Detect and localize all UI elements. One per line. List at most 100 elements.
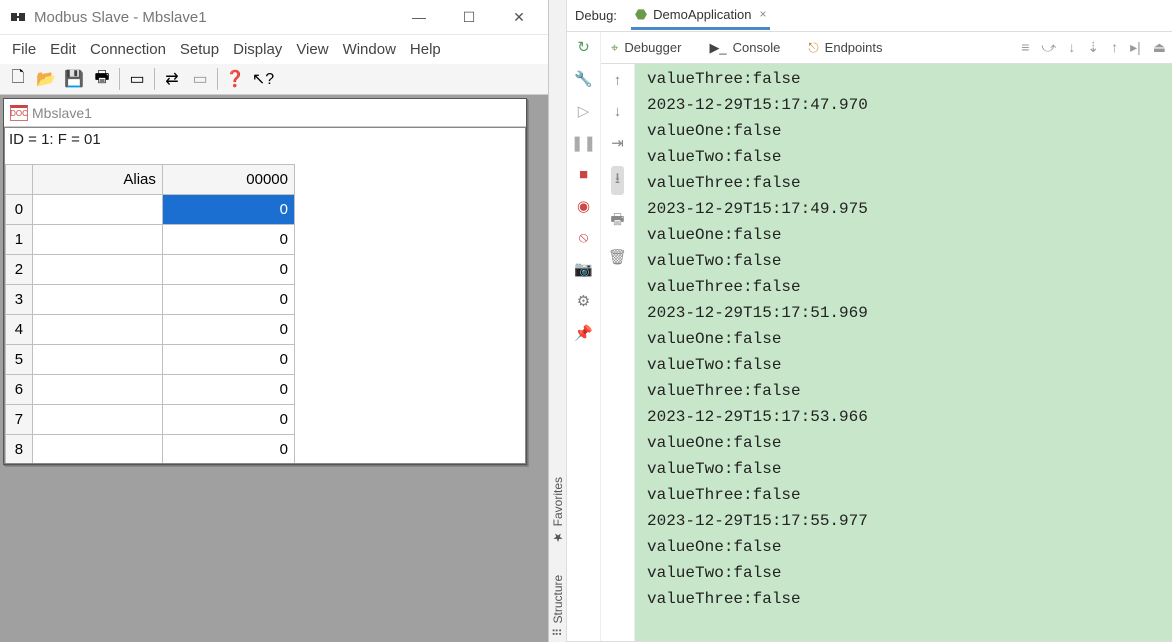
- debug-label: Debug:: [575, 8, 617, 23]
- title-bar: Modbus Slave - Mbslave1 — ☐ ✕: [0, 0, 548, 34]
- print-icon[interactable]: 🖶: [88, 66, 116, 92]
- menu-connection[interactable]: Connection: [90, 41, 166, 58]
- pause-icon[interactable]: ❚❚: [571, 134, 596, 152]
- mute-bp-icon[interactable]: ⦸: [579, 229, 589, 246]
- new-file-icon[interactable]: 🗋: [4, 66, 32, 92]
- side-tab-structure[interactable]: ⠿ Structure: [551, 575, 565, 636]
- breakpoints-icon[interactable]: ◉: [577, 197, 590, 215]
- scroll-end-icon[interactable]: ⭳: [611, 166, 624, 195]
- tab-debugger[interactable]: ⌖ Debugger: [611, 40, 681, 56]
- header-00000[interactable]: 00000: [162, 165, 294, 195]
- help-icon[interactable]: ❓: [221, 66, 249, 92]
- child-title-bar[interactable]: DOC Mbslave1: [4, 99, 526, 127]
- menu-setup[interactable]: Setup: [180, 41, 219, 58]
- settings-icon[interactable]: ⚙: [577, 292, 590, 310]
- cell-alias[interactable]: [32, 285, 162, 315]
- cell-alias[interactable]: [32, 315, 162, 345]
- cell-value[interactable]: 0: [162, 285, 294, 315]
- table-row[interactable]: 20: [6, 255, 295, 285]
- cell-alias[interactable]: [32, 225, 162, 255]
- row-number: 1: [6, 225, 33, 255]
- rerun-icon[interactable]: ↻: [577, 38, 590, 56]
- cell-value[interactable]: 0: [162, 435, 294, 465]
- table-row[interactable]: 60: [6, 375, 295, 405]
- ide-debug-panel: ⠿ Structure ★ Favorites Debug: ⬣ DemoApp…: [548, 0, 1172, 642]
- console-output[interactable]: valueThree:false 2023-12-29T15:17:47.970…: [635, 64, 1172, 641]
- table-row[interactable]: 70: [6, 405, 295, 435]
- whatsthis-icon[interactable]: ↖?: [249, 66, 277, 92]
- cell-alias[interactable]: [32, 255, 162, 285]
- open-file-icon[interactable]: 📂: [32, 66, 60, 92]
- cell-value[interactable]: 0: [162, 315, 294, 345]
- row-number: 3: [6, 285, 33, 315]
- cell-alias[interactable]: [32, 345, 162, 375]
- down-icon[interactable]: ↓: [614, 103, 622, 120]
- cell-value[interactable]: 0: [162, 225, 294, 255]
- minimize-button[interactable]: —: [394, 2, 444, 32]
- pin-icon[interactable]: 📌: [574, 324, 593, 342]
- close-button[interactable]: ✕: [494, 2, 544, 32]
- tab-label: Console: [733, 40, 781, 55]
- disabled-icon: ▭: [186, 66, 214, 92]
- window-icon[interactable]: ▭: [123, 66, 151, 92]
- table-row[interactable]: 40: [6, 315, 295, 345]
- cell-value[interactable]: 0: [162, 375, 294, 405]
- up-icon[interactable]: ↑: [614, 72, 622, 89]
- step-out-icon[interactable]: ↑: [1111, 39, 1118, 56]
- tab-console[interactable]: ▶_ Console: [709, 40, 780, 56]
- cell-alias[interactable]: [32, 435, 162, 465]
- tab-label: Debugger: [624, 40, 681, 55]
- spring-boot-icon: ⬣: [635, 6, 647, 23]
- resume-icon[interactable]: ▷: [578, 102, 590, 120]
- header-alias[interactable]: Alias: [32, 165, 162, 195]
- force-into-icon[interactable]: ⇣: [1087, 39, 1099, 56]
- corner-cell: [6, 165, 33, 195]
- menu-window[interactable]: Window: [343, 41, 396, 58]
- maximize-button[interactable]: ☐: [444, 2, 494, 32]
- console-gutter: ↑ ↓ ⇥ ⭳ 🖶 🗑: [601, 64, 635, 641]
- connect-icon[interactable]: ⇄: [158, 66, 186, 92]
- wrench-icon[interactable]: 🔧: [574, 70, 593, 88]
- eval-icon[interactable]: ⏏: [1153, 39, 1166, 56]
- clear-icon[interactable]: 🗑: [608, 248, 627, 266]
- run-config-tab[interactable]: ⬣ DemoApplication ×: [631, 2, 771, 30]
- star-icon: ★: [551, 531, 565, 545]
- wrap-icon[interactable]: ⇥: [611, 134, 624, 152]
- menu-view[interactable]: View: [296, 41, 328, 58]
- child-window: DOC Mbslave1 ID = 1: F = 01 Alias 00000 …: [3, 98, 527, 465]
- status-line: ID = 1: F = 01: [4, 127, 526, 164]
- cell-alias[interactable]: [32, 195, 162, 225]
- print-icon[interactable]: 🖶: [610, 209, 624, 234]
- menu-file[interactable]: File: [12, 41, 36, 58]
- debug-left-toolbar: ↻ 🔧 ▷ ❚❚ ■ ◉ ⦸ 📷 ⚙ 📌: [567, 32, 601, 641]
- side-tab-favorites[interactable]: ★ Favorites: [551, 477, 565, 544]
- step-into-icon[interactable]: ↓: [1068, 39, 1075, 56]
- menu-help[interactable]: Help: [410, 41, 441, 58]
- table-row[interactable]: 30: [6, 285, 295, 315]
- table-row[interactable]: 50: [6, 345, 295, 375]
- toolbar: 🗋 📂 💾 🖶 ▭ ⇄ ▭ ❓ ↖?: [0, 64, 548, 95]
- cell-value[interactable]: 0: [162, 345, 294, 375]
- cell-value[interactable]: 0: [162, 195, 294, 225]
- cell-alias[interactable]: [32, 405, 162, 435]
- cell-value[interactable]: 0: [162, 405, 294, 435]
- table-row[interactable]: 80: [6, 435, 295, 465]
- cell-alias[interactable]: [32, 375, 162, 405]
- menu-edit[interactable]: Edit: [50, 41, 76, 58]
- table-row[interactable]: 00: [6, 195, 295, 225]
- data-table-area: Alias 00000 001020304050607080: [4, 164, 526, 464]
- step-over-icon[interactable]: ⤻: [1041, 39, 1056, 56]
- camera-icon[interactable]: 📷: [574, 260, 593, 278]
- tab-endpoints[interactable]: ⎋ Endpoints: [808, 40, 882, 56]
- modbus-slave-window: Modbus Slave - Mbslave1 — ☐ ✕ File Edit …: [0, 0, 548, 642]
- table-row[interactable]: 10: [6, 225, 295, 255]
- row-number: 5: [6, 345, 33, 375]
- cell-value[interactable]: 0: [162, 255, 294, 285]
- menu-display[interactable]: Display: [233, 41, 282, 58]
- close-tab-icon[interactable]: ×: [759, 7, 766, 21]
- toolbar-separator: [217, 68, 218, 90]
- layout-icon[interactable]: ≡: [1021, 39, 1029, 56]
- run-to-icon[interactable]: ▸|: [1130, 39, 1141, 56]
- stop-icon[interactable]: ■: [579, 166, 588, 183]
- save-icon[interactable]: 💾: [60, 66, 88, 92]
